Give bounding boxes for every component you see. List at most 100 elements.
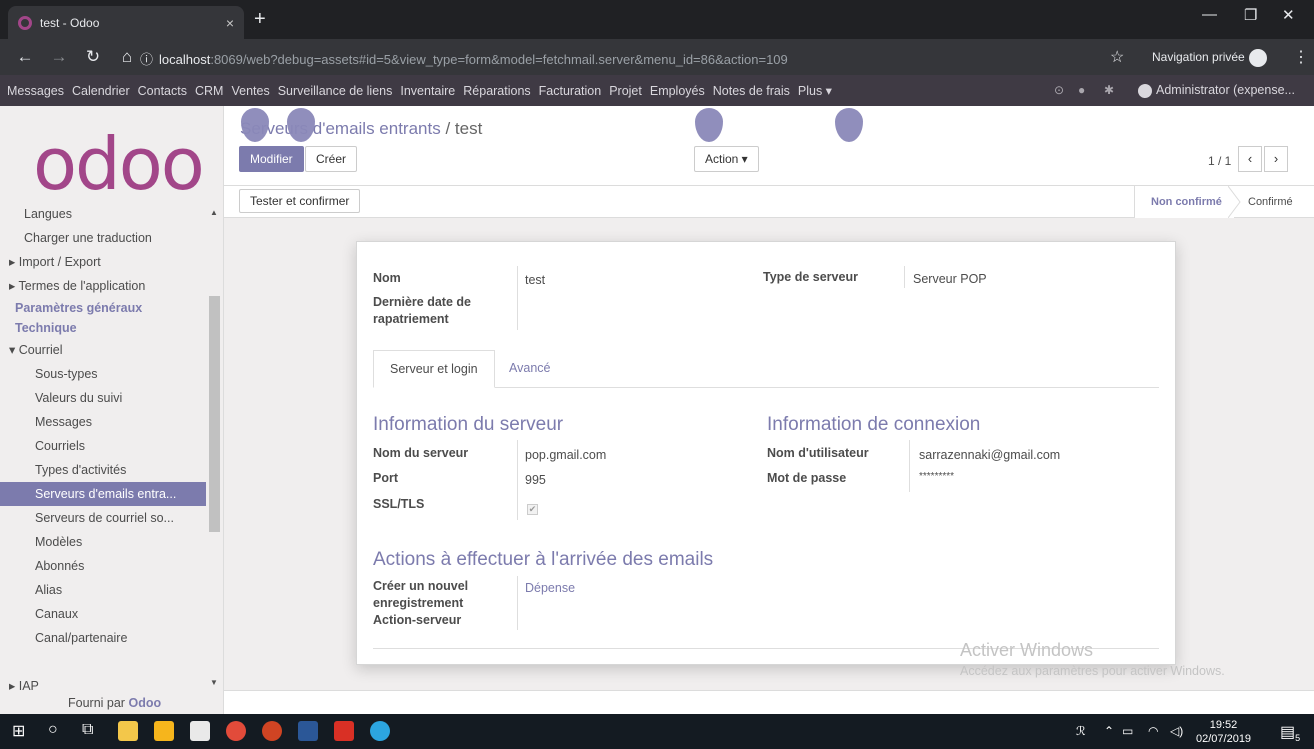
sidebar-item[interactable]: Canal/partenaire bbox=[0, 626, 206, 650]
pager-next-icon[interactable]: › bbox=[1264, 146, 1288, 172]
create-record-link[interactable]: Dépense bbox=[525, 581, 575, 595]
sidebar-item[interactable]: Valeurs du suivi bbox=[0, 386, 206, 410]
sidebar-scrollbar-thumb[interactable] bbox=[209, 296, 220, 532]
back-icon[interactable]: ← bbox=[16, 47, 34, 67]
reload-icon[interactable]: ↻ bbox=[84, 47, 102, 67]
menu-ventes[interactable]: Ventes bbox=[231, 84, 269, 98]
browser-tab[interactable]: test - Odoo × bbox=[8, 6, 244, 39]
tab-server-login[interactable]: Serveur et login bbox=[373, 350, 495, 388]
sidebar-item[interactable]: Courriels bbox=[0, 434, 206, 458]
sidebar-item[interactable]: Serveurs de courriel so... bbox=[0, 506, 206, 530]
chrome-icon[interactable] bbox=[226, 721, 246, 741]
menu-reparations[interactable]: Réparations bbox=[463, 84, 530, 98]
activity-icon[interactable]: ⊙ bbox=[1054, 83, 1064, 97]
chat-icon[interactable]: ● bbox=[1078, 83, 1085, 97]
breadcrumb-parent-link[interactable]: Serveurs d'emails entrants bbox=[240, 119, 441, 138]
new-tab-button[interactable]: + bbox=[254, 8, 266, 31]
debug-bug-icon[interactable]: ✱ bbox=[1104, 83, 1114, 97]
scroll-down-icon[interactable]: ▼ bbox=[210, 678, 218, 687]
sidebar-item[interactable]: Canaux bbox=[0, 602, 206, 626]
telegram-icon[interactable] bbox=[370, 721, 390, 741]
form-sheet: Nom test Dernière date de rapatriement T… bbox=[356, 241, 1176, 665]
sidebar-item[interactable] bbox=[0, 650, 206, 674]
taskbar-clock[interactable]: 19:52 02/07/2019 bbox=[1196, 718, 1251, 746]
sidebar-item[interactable]: Modèles bbox=[0, 530, 206, 554]
site-info-icon[interactable]: ⓘ bbox=[140, 52, 153, 67]
menu-messages[interactable]: Messages bbox=[7, 84, 64, 98]
menu-employes[interactable]: Employés bbox=[650, 84, 705, 98]
field-divider bbox=[904, 266, 905, 288]
sidebar-item-active[interactable]: Serveurs d'emails entra... bbox=[0, 482, 206, 506]
edit-button[interactable]: Modifier bbox=[239, 146, 304, 172]
wifi-icon[interactable]: ◠ bbox=[1148, 724, 1158, 738]
task-view-icon[interactable]: ⧉ bbox=[82, 721, 93, 739]
word-icon[interactable] bbox=[298, 721, 318, 741]
sidebar-item[interactable]: Charger une traduction bbox=[0, 226, 206, 250]
pager-value[interactable]: 1 / 1 bbox=[1208, 154, 1231, 168]
create-record-label: Créer un nouvel enregistrement bbox=[373, 579, 469, 610]
mail-icon[interactable] bbox=[190, 721, 210, 741]
menu-surveillance[interactable]: Surveillance de liens bbox=[278, 84, 393, 98]
incognito-icon bbox=[1248, 49, 1267, 67]
menu-inventaire[interactable]: Inventaire bbox=[400, 84, 455, 98]
odoo-logo[interactable]: odoo bbox=[33, 122, 205, 206]
search-icon[interactable]: ○ bbox=[48, 721, 58, 739]
volume-icon[interactable]: ◁) bbox=[1170, 724, 1183, 738]
battery-icon[interactable]: ▭ bbox=[1122, 724, 1133, 738]
sidebar-item[interactable]: Langues bbox=[0, 202, 206, 226]
bookmark-star-icon[interactable]: ☆ bbox=[1110, 47, 1124, 67]
sidebar-item[interactable]: Types d'activités bbox=[0, 458, 206, 482]
logo-text: odoo bbox=[33, 122, 205, 206]
sidebar-item[interactable]: ▸ Termes de l'application bbox=[0, 274, 206, 298]
pager-prev-icon[interactable]: ‹ bbox=[1238, 146, 1262, 172]
menu-contacts[interactable]: Contacts bbox=[138, 84, 187, 98]
sidebar-item[interactable]: Alias bbox=[0, 578, 206, 602]
odoo-main-menu: Messages Calendrier Contacts CRM Ventes … bbox=[0, 75, 1314, 106]
menu-facturation[interactable]: Facturation bbox=[539, 84, 602, 98]
tab-advanced[interactable]: Avancé bbox=[493, 350, 566, 388]
pdf-reader-icon[interactable] bbox=[334, 721, 354, 741]
username-label: Nom d'utilisateur bbox=[767, 446, 869, 460]
ssl-label: SSL/TLS bbox=[373, 497, 425, 511]
sidebar-item[interactable]: Messages bbox=[0, 410, 206, 434]
menu-projet[interactable]: Projet bbox=[609, 84, 642, 98]
content-bottom-strip bbox=[224, 690, 1314, 714]
private-label: Navigation privée bbox=[1152, 50, 1245, 65]
scroll-up-icon[interactable]: ▲ bbox=[210, 208, 218, 217]
stage-confirmed[interactable]: Confirmé bbox=[1248, 186, 1293, 218]
file-explorer-icon[interactable] bbox=[118, 721, 138, 741]
port-label: Port bbox=[373, 471, 398, 485]
powered-brand-link[interactable]: Odoo bbox=[128, 696, 161, 710]
people-icon[interactable]: ℛ bbox=[1076, 724, 1086, 738]
sidebar-item[interactable]: ▸ IAP bbox=[0, 674, 206, 698]
forward-icon[interactable]: → bbox=[50, 47, 68, 67]
sidebar-item[interactable]: ▾ Courriel bbox=[0, 338, 206, 362]
stage-not-confirmed[interactable]: Non confirmé bbox=[1134, 186, 1234, 218]
user-menu[interactable]: Administrator (expense... bbox=[1138, 83, 1295, 98]
menu-plus[interactable]: Plus ▾ bbox=[798, 83, 832, 98]
url-field[interactable]: ⓘ localhost:8069/web?debug=assets#id=5&vi… bbox=[140, 49, 788, 68]
port-value: 995 bbox=[525, 473, 546, 487]
sidebar-item[interactable]: ▸ Import / Export bbox=[0, 250, 206, 274]
create-button[interactable]: Créer bbox=[305, 146, 358, 172]
window-close-icon[interactable]: ✕ bbox=[1282, 6, 1295, 24]
server-action-label: Action-serveur bbox=[373, 613, 462, 627]
windows-start-icon[interactable]: ⊞ bbox=[12, 721, 25, 741]
sidebar-item[interactable]: Sous-types bbox=[0, 362, 206, 386]
sticky-notes-icon[interactable] bbox=[154, 721, 174, 741]
minimize-icon[interactable]: — bbox=[1202, 6, 1217, 23]
notification-icon[interactable]: ▤5 bbox=[1280, 722, 1300, 743]
tab-close-icon[interactable]: × bbox=[226, 15, 234, 31]
menu-notes-de-frais[interactable]: Notes de frais bbox=[713, 84, 790, 98]
home-icon[interactable]: ⌂ bbox=[118, 47, 136, 67]
ssl-checkbox[interactable]: ✔ bbox=[527, 504, 538, 515]
restore-icon[interactable]: ❐ bbox=[1244, 6, 1257, 24]
browser-menu-icon[interactable]: ⋮ bbox=[1293, 47, 1309, 67]
powerpoint-icon[interactable] bbox=[262, 721, 282, 741]
menu-crm[interactable]: CRM bbox=[195, 84, 223, 98]
menu-calendrier[interactable]: Calendrier bbox=[72, 84, 130, 98]
action-dropdown[interactable]: Action ▾ bbox=[694, 146, 759, 172]
sidebar-item[interactable]: Abonnés bbox=[0, 554, 206, 578]
test-confirm-button[interactable]: Tester et confirmer bbox=[239, 189, 361, 213]
tray-chevron-icon[interactable]: ⌃ bbox=[1104, 724, 1114, 738]
